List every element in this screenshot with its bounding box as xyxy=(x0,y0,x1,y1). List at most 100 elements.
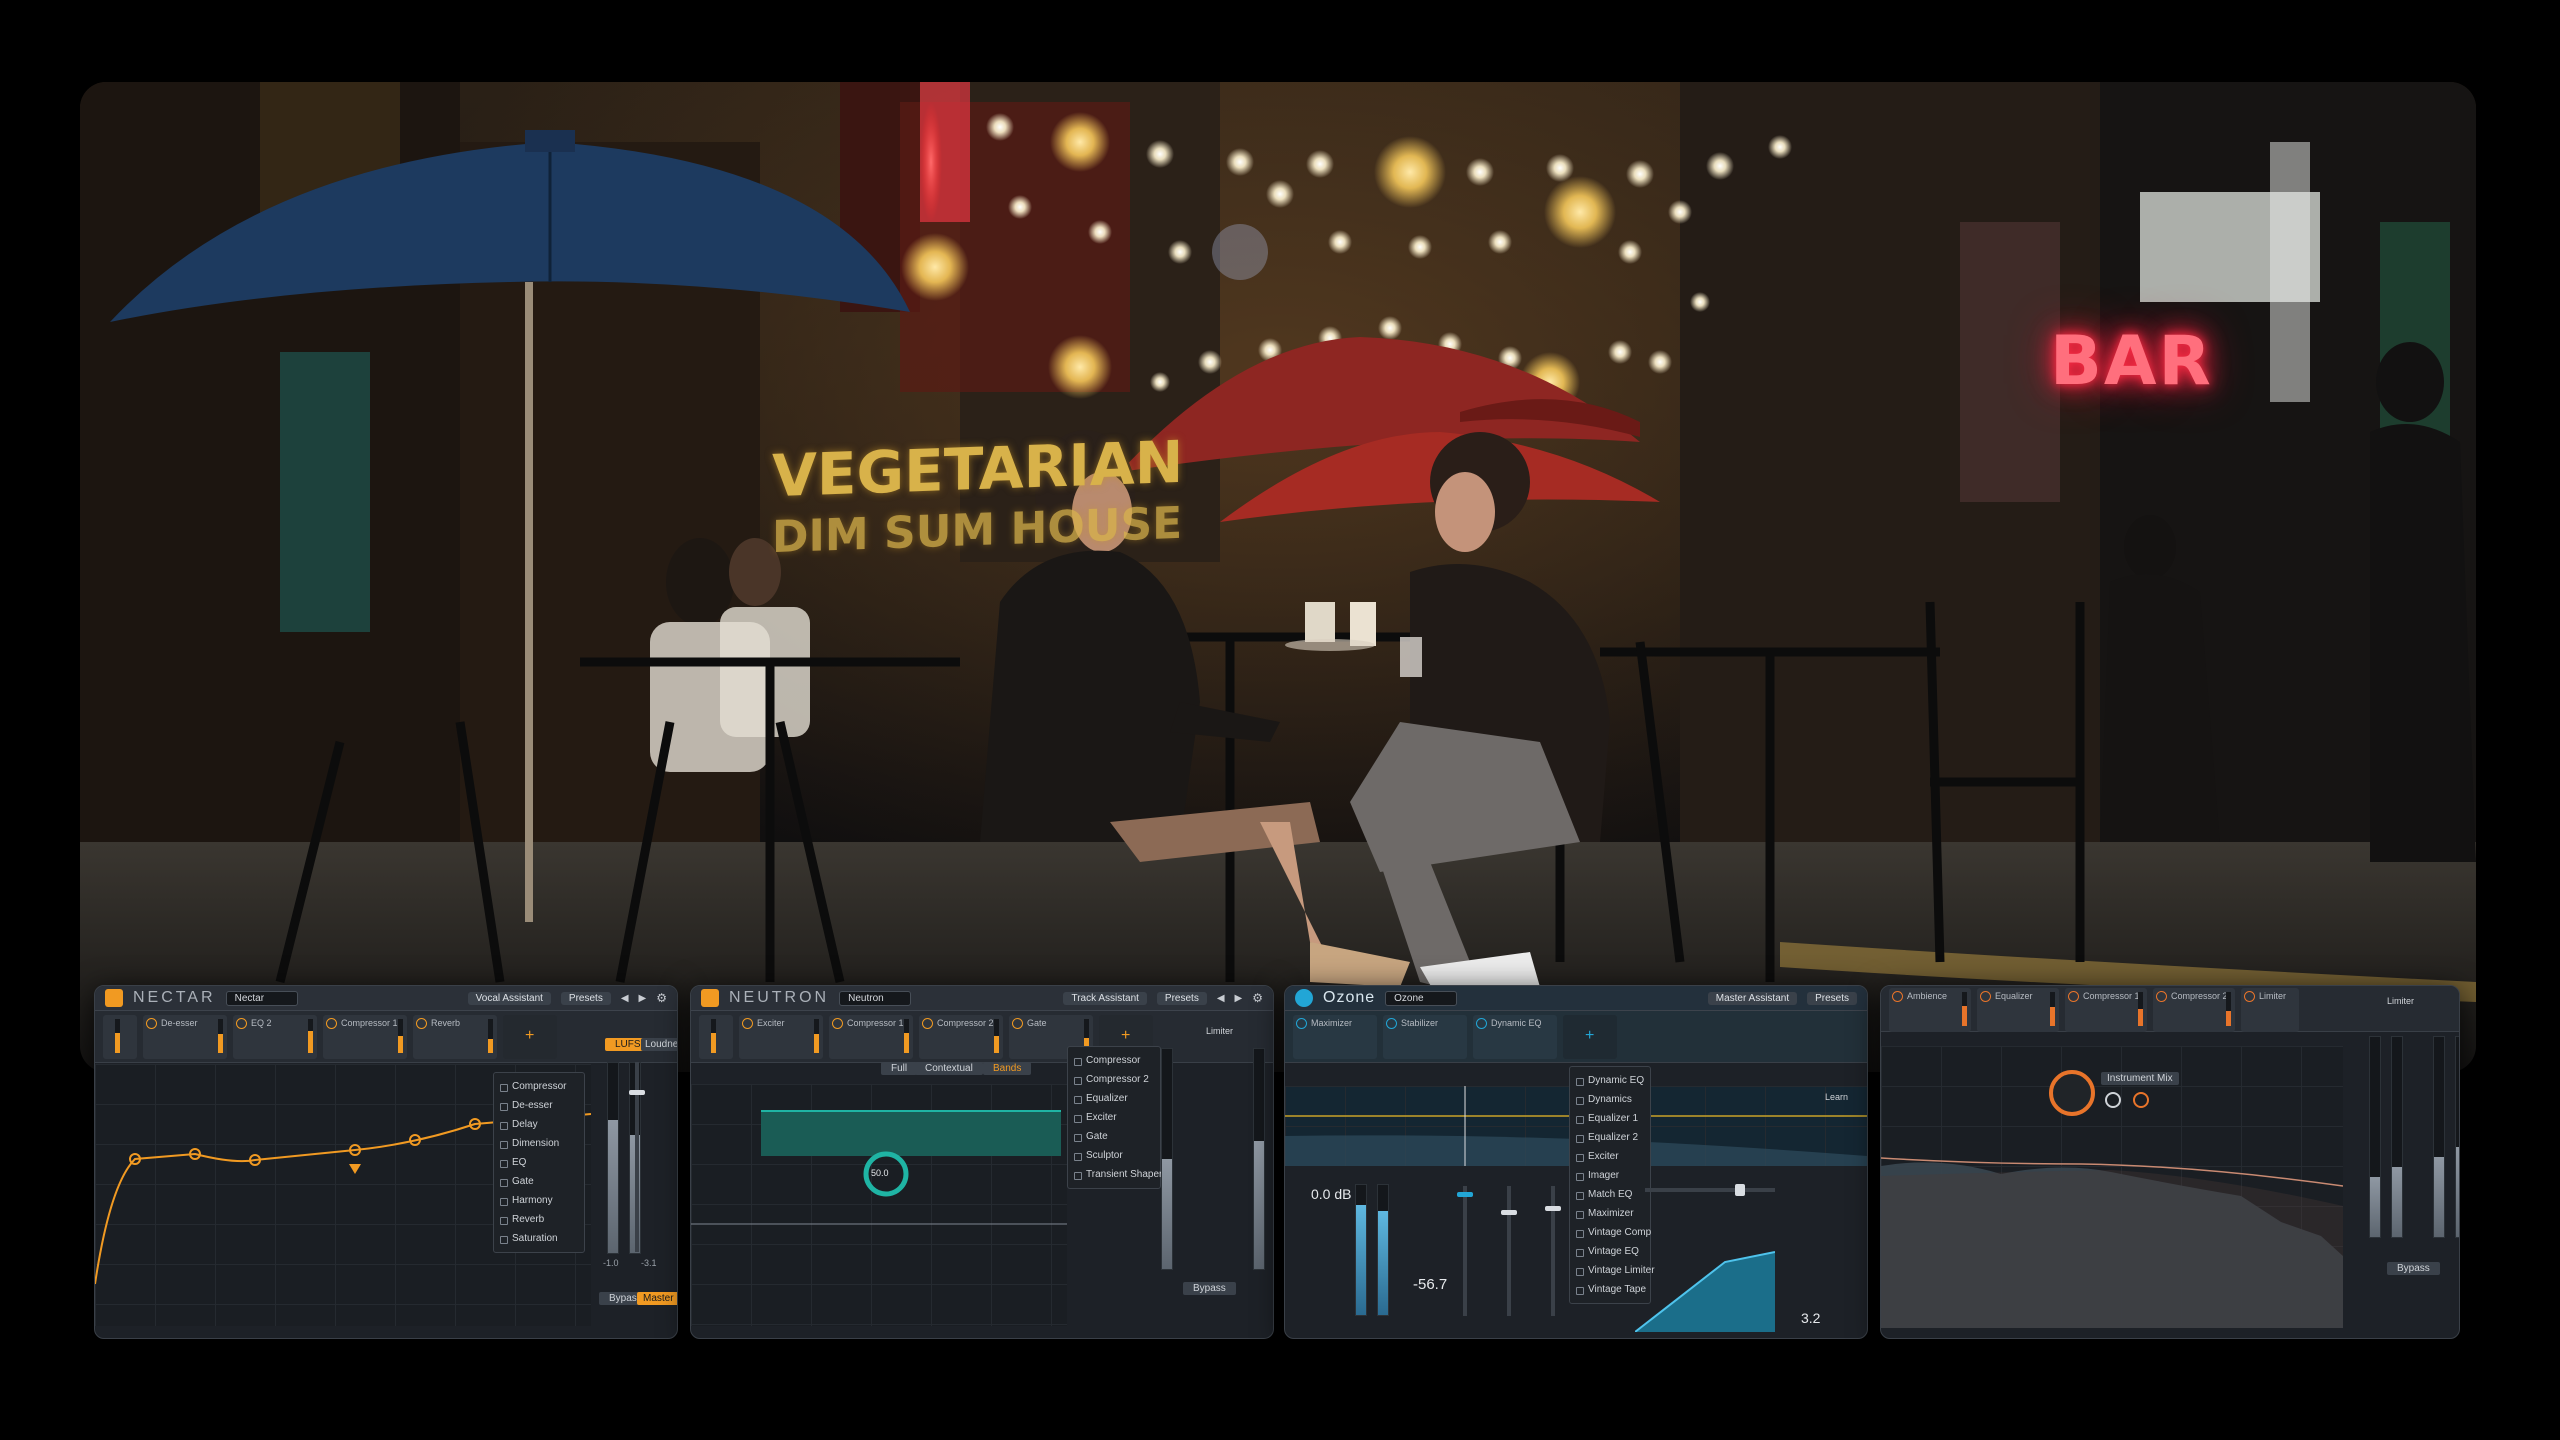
neutron-gate-graph[interactable]: 50.0 xyxy=(691,1084,1067,1326)
menu-item-equalizer2[interactable]: Equalizer 2 xyxy=(1570,1128,1650,1147)
neutron-bypass-button[interactable]: Bypass xyxy=(1183,1282,1236,1295)
neutron-preset-field[interactable]: Neutron xyxy=(839,990,912,1006)
ozone-input-meters xyxy=(1355,1184,1389,1316)
menu-item-imager[interactable]: Imager xyxy=(1570,1166,1650,1185)
menu-item-exciter[interactable]: Exciter xyxy=(1068,1108,1160,1127)
module-dynamic-eq[interactable]: Dynamic EQ xyxy=(1473,1015,1557,1059)
ozone-fader-1[interactable] xyxy=(1457,1186,1473,1316)
vegetarian-sign: VEGETARIAN DIM SUM HOUSE xyxy=(772,428,1183,569)
menu-item-compressor[interactable]: Compressor xyxy=(494,1077,584,1096)
module-stabilizer[interactable]: Stabilizer xyxy=(1383,1015,1467,1059)
menu-item-compressor[interactable]: Compressor xyxy=(1068,1051,1160,1070)
neutron-module-menu: Compressor Compressor 2 Equalizer Excite… xyxy=(1067,1046,1162,1189)
menu-item-deesser[interactable]: De-esser xyxy=(494,1096,584,1115)
track-assistant-button[interactable]: Track Assistant xyxy=(1063,991,1147,1005)
instrument-mix-label[interactable]: Instrument Mix xyxy=(2101,1072,2179,1085)
module-compressor2[interactable]: Compressor 2 xyxy=(919,1015,1003,1059)
learn-button[interactable]: Learn xyxy=(1825,1092,1848,1102)
fourth-spectrum[interactable]: Instrument Mix xyxy=(1881,1046,2344,1328)
module-limiter[interactable]: Limiter xyxy=(2241,988,2299,1032)
settings-icon[interactable]: ⚙ xyxy=(656,991,667,1005)
menu-item-dimension[interactable]: Dimension xyxy=(494,1134,584,1153)
menu-item-delay[interactable]: Delay xyxy=(494,1115,584,1134)
bar-neon-sign: BAR xyxy=(2050,322,2213,401)
menu-item-harmony[interactable]: Harmony xyxy=(494,1191,584,1210)
loudness-tab[interactable]: Loudness xyxy=(641,1038,677,1051)
hero-scene xyxy=(80,82,2476,1072)
module-exciter[interactable]: Exciter xyxy=(739,1015,823,1059)
ozone-preset-field[interactable]: Ozone xyxy=(1385,990,1458,1006)
nectar-module-strip: De-esser EQ 2 Compressor 1 Reverb + xyxy=(95,1011,677,1063)
input-module[interactable] xyxy=(103,1015,137,1059)
neutron-meters xyxy=(1161,1048,1265,1270)
neutron-brand: NEUTRON xyxy=(729,989,830,1006)
module-reverb[interactable]: Reverb xyxy=(413,1015,497,1059)
nectar-preset-field[interactable]: Nectar xyxy=(225,990,298,1006)
small-knob-1[interactable] xyxy=(2105,1092,2121,1108)
menu-item-dynamics[interactable]: Dynamics xyxy=(1570,1090,1650,1109)
tab-full[interactable]: Full xyxy=(881,1062,918,1075)
vocal-assistant-button[interactable]: Vocal Assistant xyxy=(467,991,551,1005)
menu-item-gate[interactable]: Gate xyxy=(1068,1127,1160,1146)
neutron-presets-button[interactable]: Presets xyxy=(1156,991,1207,1005)
prev-arrow-icon[interactable]: ◀ xyxy=(1217,993,1225,1004)
nectar-header: NECTAR Nectar Vocal Assistant Presets ◀ … xyxy=(95,986,677,1011)
ozone-logo-icon xyxy=(1295,989,1313,1007)
small-knob-2[interactable] xyxy=(2133,1092,2149,1108)
ozone-horizontal-slider[interactable] xyxy=(1645,1184,1775,1196)
ozone-transfer-curve[interactable] xyxy=(1635,1222,1775,1332)
tab-bands[interactable]: Bands xyxy=(983,1062,1032,1075)
add-module-button[interactable]: + xyxy=(1563,1015,1617,1059)
next-arrow-icon[interactable]: ▶ xyxy=(639,993,647,1004)
ozone-fader-3[interactable] xyxy=(1545,1186,1561,1316)
menu-item-eq[interactable]: EQ xyxy=(494,1153,584,1172)
next-arrow-icon[interactable]: ▶ xyxy=(1235,993,1243,1004)
menu-item-reverb[interactable]: Reverb xyxy=(494,1210,584,1229)
module-ambience[interactable]: Ambience xyxy=(1889,988,1971,1032)
nectar-module-menu: Compressor De-esser Delay Dimension EQ G… xyxy=(493,1072,585,1253)
neutron-logo-icon xyxy=(701,989,719,1007)
module-compressor2[interactable]: Compressor 2 xyxy=(2153,988,2235,1032)
module-equalizer[interactable]: Equalizer xyxy=(1977,988,2059,1032)
menu-item-sculptor[interactable]: Sculptor xyxy=(1068,1146,1160,1165)
tab-contextual[interactable]: Contextual xyxy=(915,1062,983,1075)
menu-item-saturation[interactable]: Saturation xyxy=(494,1229,584,1248)
menu-item-transient-shaper[interactable]: Transient Shaper xyxy=(1068,1165,1162,1184)
menu-item-match-eq[interactable]: Match EQ xyxy=(1570,1185,1650,1204)
module-maximizer[interactable]: Maximizer xyxy=(1293,1015,1377,1059)
input-module[interactable] xyxy=(699,1015,733,1059)
module-compressor1[interactable]: Compressor 1 xyxy=(323,1015,407,1059)
module-compressor1[interactable]: Compressor 1 xyxy=(2065,988,2147,1032)
menu-item-equalizer1[interactable]: Equalizer 1 xyxy=(1570,1109,1650,1128)
menu-item-compressor2[interactable]: Compressor 2 xyxy=(1068,1070,1160,1089)
prev-arrow-icon[interactable]: ◀ xyxy=(621,993,629,1004)
menu-item-exciter[interactable]: Exciter xyxy=(1570,1147,1650,1166)
menu-item-dynamic-eq[interactable]: Dynamic EQ xyxy=(1570,1071,1650,1090)
fourth-meters xyxy=(2369,1036,2459,1238)
module-deesser[interactable]: De-esser xyxy=(143,1015,227,1059)
nectar-master-button[interactable]: Master xyxy=(637,1292,677,1305)
fourth-limiter-label: Limiter xyxy=(2387,996,2415,1006)
meter-value-left: -1.0 xyxy=(603,1258,619,1268)
fourth-bypass-button[interactable]: Bypass xyxy=(2387,1262,2440,1275)
menu-item-maximizer[interactable]: Maximizer xyxy=(1570,1204,1650,1223)
module-compressor1[interactable]: Compressor 1 xyxy=(829,1015,913,1059)
nectar-output-fader[interactable] xyxy=(629,1062,645,1252)
add-module-button[interactable]: + xyxy=(503,1015,557,1059)
fourth-main-knob[interactable] xyxy=(2049,1070,2095,1116)
fourth-module-strip: Ambience Equalizer Compressor 1 Compress… xyxy=(1881,986,2459,1032)
nectar-presets-button[interactable]: Presets xyxy=(560,991,611,1005)
ozone-right-value: 3.2 xyxy=(1801,1310,1821,1326)
ozone-fader-2[interactable] xyxy=(1501,1186,1517,1316)
module-eq2[interactable]: EQ 2 xyxy=(233,1015,317,1059)
menu-item-equalizer[interactable]: Equalizer xyxy=(1068,1089,1160,1108)
hero-video-frame: BAR VEGETARIAN DIM SUM HOUSE xyxy=(80,82,2476,1072)
gate-knob-value: 50.0 xyxy=(871,1168,889,1178)
ozone-module-strip: Maximizer Stabilizer Dynamic EQ + xyxy=(1285,1011,1867,1063)
ozone-presets-button[interactable]: Presets xyxy=(1807,991,1857,1005)
neutron-plugin-window: NEUTRON Neutron Track Assistant Presets … xyxy=(690,985,1274,1339)
menu-item-gate[interactable]: Gate xyxy=(494,1172,584,1191)
neutron-limiter-label: Limiter xyxy=(1206,1026,1234,1036)
settings-icon[interactable]: ⚙ xyxy=(1252,991,1263,1005)
master-assistant-button[interactable]: Master Assistant xyxy=(1707,991,1798,1005)
